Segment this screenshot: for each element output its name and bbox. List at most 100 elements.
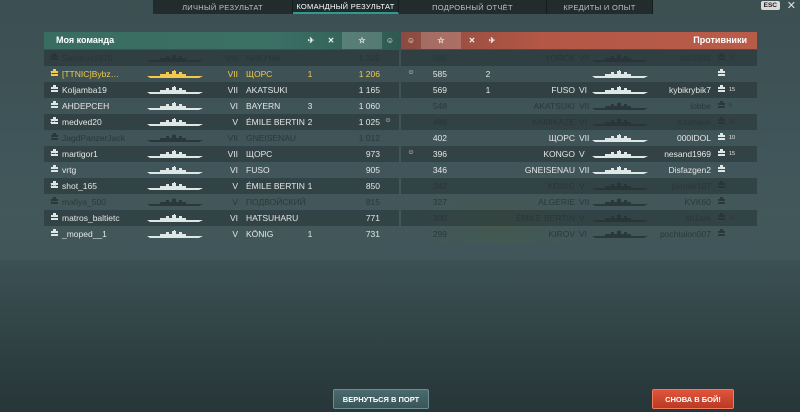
achievement-column-icon[interactable]: ☺: [382, 32, 398, 49]
achievement-icon: ☺: [384, 117, 392, 124]
ships-destroyed-icon[interactable]: ✕: [322, 32, 340, 49]
ship-silhouette-icon: [147, 118, 203, 126]
ship-silhouette-icon: [592, 182, 648, 190]
my-team-rows: 23Sandros1970VIIIЧИКУМА1 3257[TTNIC]Bybz…: [44, 50, 399, 242]
ship-name: KONGO: [543, 149, 575, 159]
player-name: Sandros1970: [62, 53, 113, 63]
ship-name: ЧИКУМА: [246, 53, 281, 63]
player-row[interactable]: 21medved20VÉMILE BERTIN21 025☺: [44, 114, 399, 130]
achievement-icon: ☺: [407, 149, 415, 156]
ship-class-icon: [718, 165, 725, 172]
return-to-port-button[interactable]: ВЕРНУТЬСЯ В ПОРТ: [333, 389, 429, 409]
ship-silhouette-icon: [592, 150, 648, 158]
player-name: AHDEPCEH: [62, 101, 110, 111]
ships-destroyed-icon[interactable]: ✕: [463, 32, 481, 49]
xp-column-icon[interactable]: ☆: [421, 32, 461, 49]
ship-silhouette-icon: [592, 118, 648, 126]
player-name: Disfazgen2: [668, 165, 711, 175]
player-rank: 5: [729, 103, 733, 109]
player-row[interactable]: 7[TTNIC]Bybz…VIIЩОРС11 206: [44, 66, 399, 82]
planes-destroyed-icon[interactable]: ✈: [483, 32, 501, 49]
base-xp: 905: [365, 165, 380, 175]
base-xp: 489: [432, 117, 447, 127]
player-name: 000IDOL: [676, 133, 711, 143]
tab-credits-xp[interactable]: КРЕДИТЫ И ОПЫТ: [547, 0, 653, 14]
ship-name: KONIG: [547, 181, 575, 191]
kills-count: 2: [485, 69, 491, 79]
ship-class-icon: [718, 149, 725, 156]
ship-name: YORCK: [544, 53, 575, 63]
player-row[interactable]: 10 000IDOL VII ЩОРС 402: [401, 130, 757, 146]
ship-silhouette-icon: [592, 86, 648, 94]
my-team-panel: Моя команда ✈ ✕ ☆ ☺ 2 3 Sandros1970 VIII ЧИК…: [44, 32, 399, 252]
player-name: zloi1981: [679, 53, 711, 63]
ship-tier: VII: [227, 85, 238, 95]
ship-class-icon: [51, 53, 58, 60]
base-xp: 771: [365, 213, 380, 223]
player-name: lobbe: [690, 101, 711, 111]
xp-column-icon[interactable]: ☆: [342, 32, 382, 49]
my-team-header: Моя команда ✈ ✕ ☆ ☺: [44, 32, 399, 49]
ship-class-icon: [718, 53, 725, 60]
player-name: JagdPanzerJack: [62, 133, 125, 143]
player-rank: 10: [729, 135, 736, 141]
player-row[interactable]: 15 nesand1969 V KONGO 396 ☺: [401, 146, 757, 162]
player-row[interactable]: pionier107 V KONIG 342: [401, 178, 757, 194]
base-xp: 585: [432, 69, 447, 79]
tab-detailed-report[interactable]: ПОДРОБНЫЙ ОТЧЁТ: [399, 0, 547, 14]
player-row[interactable]: KVK60 VII ALGERIE 327: [401, 194, 757, 210]
ship-name: GNEISENAU: [246, 133, 297, 143]
player-row[interactable]: 15 sh1ark V ÉMILE BERTIN 300: [401, 210, 757, 226]
ship-name: ЩОРС: [246, 69, 273, 79]
base-xp: 598: [432, 53, 447, 63]
enemy-team-header: ☺ ☆ ✕ ✈ Противники: [401, 32, 757, 49]
player-row[interactable]: 23Sandros1970VIIIЧИКУМА1 325: [44, 50, 399, 66]
base-xp: 973: [365, 149, 380, 159]
ship-class-icon: [718, 197, 725, 204]
player-row[interactable]: 20 Kosharin VI KAMIKAZE 489: [401, 114, 757, 130]
battle-again-button[interactable]: СНОВА В БОЙ!: [652, 389, 734, 409]
ship-class-icon: [51, 197, 58, 204]
player-row[interactable]: 14shot_165VÉMILE BERTIN1850: [44, 178, 399, 194]
ship-tier: VII: [579, 197, 590, 207]
close-icon[interactable]: ✕: [787, 0, 796, 12]
ship-name: KAMIKAZE: [532, 117, 575, 127]
player-row[interactable]: 15martigor1VIIЩОРС973: [44, 146, 399, 162]
ship-name: ÉMILE BERTIN: [246, 181, 305, 191]
ship-silhouette-icon: [592, 134, 648, 142]
ship-tier: VIII: [225, 53, 238, 63]
ship-tier: VI: [229, 101, 238, 111]
achievement-column-icon[interactable]: ☺: [403, 32, 419, 49]
player-name: [TTNIC]Bybz…: [62, 69, 120, 79]
player-row[interactable]: Disfazgen2 VII GNEISENAU 346: [401, 162, 757, 178]
player-row[interactable]: 11mafiya_500VПОДВОЙСКИЙ815: [44, 194, 399, 210]
player-name: pionier107: [671, 181, 711, 191]
player-rank: 20: [729, 119, 736, 125]
player-row[interactable]: pochtalon007 VI KIROV 299: [401, 226, 757, 242]
player-row[interactable]: 5 lobbe VII AKATSUKI 548: [401, 98, 757, 114]
player-row[interactable]: JagdPanzerJack VII GNEISENAU 1 012: [44, 130, 399, 146]
ship-tier: VI: [579, 117, 588, 127]
base-xp: 569: [432, 85, 447, 95]
planes-destroyed-icon[interactable]: ✈: [302, 32, 320, 49]
player-row[interactable]: matros_baltietc VI HATSUHARU 771: [44, 210, 399, 226]
base-xp: 850: [365, 181, 380, 191]
player-row[interactable]: _moped__1 V KÖNIG 1 731: [44, 226, 399, 242]
player-row[interactable]: 15 zloi1981 VII YORCK 598: [401, 50, 757, 66]
ship-class-icon: [718, 101, 725, 108]
player-row[interactable]: 15 kybikrybik7 VI FUSO 1 569: [401, 82, 757, 98]
ship-name: BAYERN: [246, 101, 281, 111]
ship-silhouette-icon: [147, 166, 203, 174]
ship-tier: V: [232, 181, 238, 191]
player-name: shot_165: [62, 181, 97, 191]
player-rank: 15: [729, 55, 736, 61]
player-rank: 15: [729, 87, 736, 93]
tab-team-result[interactable]: КОМАНДНЫЙ РЕЗУЛЬТАТ: [293, 0, 399, 14]
player-row[interactable]: AHDEPCEH VI BAYERN 3 1 060: [44, 98, 399, 114]
player-row[interactable]: 2 585 ☺: [401, 66, 757, 82]
base-xp: 346: [432, 165, 447, 175]
player-row[interactable]: vrtg VI FUSO 905: [44, 162, 399, 178]
tab-personal-result[interactable]: ЛИЧНЫЙ РЕЗУЛЬТАТ: [153, 0, 293, 14]
player-row[interactable]: Koljamba19 VII AKATSUKI 1 165: [44, 82, 399, 98]
esc-key-hint[interactable]: ESC: [760, 1, 780, 10]
